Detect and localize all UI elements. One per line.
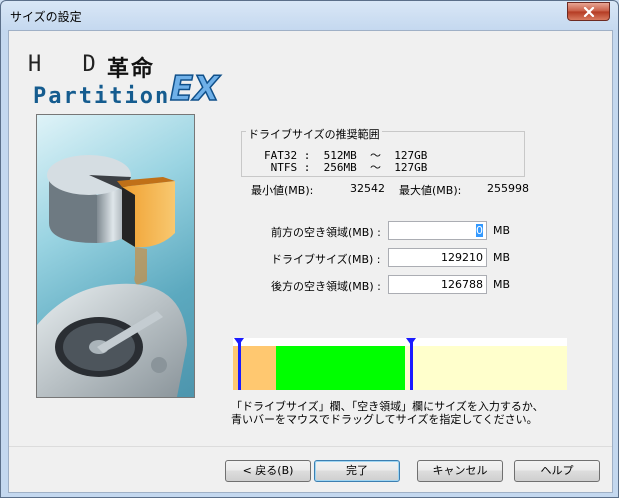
drive-size-value: 129210	[441, 251, 483, 264]
recommended-range-title: ドライブサイズの推奨範囲	[246, 126, 382, 142]
dialog-body: H D 革命 Partition EX ドライブサイズの推奨範囲 FAT32:…	[8, 30, 613, 493]
dialog-window: サイズの設定 H D 革命 Partition EX ドライブサイズの推奨範囲 …	[0, 0, 619, 498]
close-button[interactable]	[567, 2, 610, 21]
instruction-line-1: 「ドライブサイズ」欄、「空き領域」欄にサイズを入力するか、	[231, 400, 544, 413]
drive-size-input[interactable]: 129210	[388, 248, 487, 267]
instruction-line-2: 青いバーをマウスでドラッグしてサイズを指定してください。	[231, 413, 538, 426]
disk-pie-illustration-icon	[37, 155, 187, 397]
logo-partition-text: Partition	[33, 84, 171, 109]
window-title: サイズの設定	[10, 10, 82, 24]
back-free-input[interactable]: 126788	[388, 275, 487, 294]
min-label: 最小値(MB):	[251, 184, 314, 197]
front-free-label: 前方の空き領域(MB) :	[271, 226, 381, 239]
partition-bar[interactable]	[233, 338, 567, 390]
drive-size-unit: MB	[493, 251, 511, 264]
close-icon	[583, 7, 595, 17]
product-logo: H D 革命 Partition EX	[25, 51, 220, 111]
instruction-text: 「ドライブサイズ」欄、「空き領域」欄にサイズを入力するか、 青いバーをマウスでド…	[231, 400, 544, 426]
right-drag-handle[interactable]	[410, 342, 413, 390]
logo-hd-text: H D	[28, 52, 110, 77]
back-button[interactable]: < 戻る(B)	[225, 460, 311, 482]
front-free-unit: MB	[493, 224, 511, 237]
cancel-button[interactable]: キャンセル	[417, 460, 503, 482]
drive-segment	[276, 346, 405, 390]
front-free-input[interactable]: 0	[388, 221, 487, 240]
drive-size-label: ドライブサイズ(MB) :	[271, 253, 381, 266]
logo-kanji-text: 革命	[107, 57, 156, 82]
disk-illustration	[36, 114, 195, 398]
back-free-value: 126788	[441, 278, 483, 291]
title-bar[interactable]: サイズの設定	[1, 1, 618, 29]
min-value: 32542	[350, 182, 385, 195]
back-free-unit: MB	[493, 278, 511, 291]
left-drag-handle[interactable]	[238, 342, 241, 390]
logo-ex-text: EX	[169, 68, 220, 110]
max-label: 最大値(MB):	[399, 184, 462, 197]
ntfs-range: NTFS : 256MB ～ 127GB	[264, 161, 428, 174]
back-free-label: 後方の空き領域(MB) :	[271, 280, 381, 293]
back-free-segment	[405, 346, 567, 390]
partition-bar-rail	[233, 338, 567, 346]
front-free-value: 0	[476, 224, 483, 237]
help-button[interactable]: ヘルプ	[514, 460, 600, 482]
finish-button[interactable]: 完了	[314, 460, 400, 482]
max-value: 255998	[487, 182, 529, 195]
